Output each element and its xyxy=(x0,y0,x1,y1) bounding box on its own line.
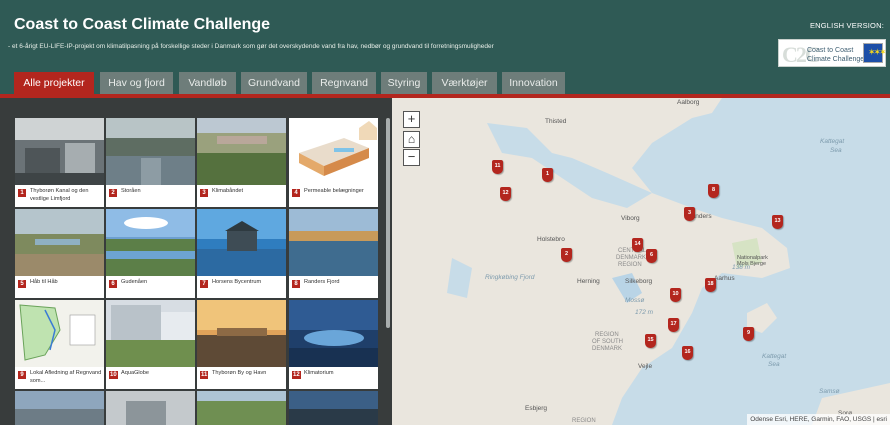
map-pin[interactable]: 17 xyxy=(668,318,679,332)
project-photo xyxy=(289,209,378,276)
project-card[interactable]: 8 Randers Fjord xyxy=(289,209,378,298)
tab-regnvand[interactable]: Regnvand xyxy=(312,72,376,94)
tab-vandlob[interactable]: Vandløb xyxy=(179,72,236,94)
eu-flag-icon: ✶✶✶ xyxy=(863,43,887,63)
map-pin[interactable]: 1 xyxy=(542,168,553,182)
project-card[interactable]: 7 Horsens Bycentrum xyxy=(197,209,286,298)
project-map[interactable]: Aalborg Thisted Kattegat Sea Viborg Rand… xyxy=(392,98,890,425)
project-photo xyxy=(106,391,195,425)
map-pin[interactable]: 9 xyxy=(743,327,754,341)
project-photo xyxy=(289,118,378,185)
zoom-out-button[interactable]: − xyxy=(403,149,420,166)
map-pin[interactable]: 6 xyxy=(646,249,657,263)
project-card[interactable] xyxy=(15,391,104,425)
map-pin[interactable]: 3 xyxy=(684,207,695,221)
project-card[interactable] xyxy=(106,391,195,425)
project-card[interactable]: 2 Storåen xyxy=(106,118,195,207)
map-attribution: Odense Esri, HERE, Garmin, FAO, USGS | e… xyxy=(747,414,890,425)
project-card[interactable]: 1 Thyborøn Kanal og den vestlige Limfjor… xyxy=(15,118,104,207)
map-pin[interactable]: 15 xyxy=(645,334,656,348)
english-version-link[interactable]: ENGLISH VERSION: xyxy=(810,21,884,30)
project-card[interactable] xyxy=(197,391,286,425)
gallery-scrollbar[interactable] xyxy=(386,118,390,328)
project-card[interactable]: 10 AquaGlobe xyxy=(106,300,195,389)
map-pin[interactable]: 14 xyxy=(632,238,643,252)
map-pin[interactable]: 2 xyxy=(561,248,572,262)
tab-hav-og-fjord[interactable]: Hav og fjord xyxy=(100,72,173,94)
project-photo xyxy=(197,118,286,185)
page-title: Coast to Coast Climate Challenge xyxy=(14,16,271,33)
tab-styring[interactable]: Styring xyxy=(381,72,427,94)
project-photo xyxy=(197,391,286,425)
tab-vaerktojer[interactable]: Værktøjer xyxy=(432,72,497,94)
project-card[interactable]: 9 Lokal Afledning af Regnvand som... xyxy=(15,300,104,389)
project-photo xyxy=(289,300,378,367)
home-icon[interactable]: ⌂ xyxy=(403,131,420,148)
project-photo xyxy=(197,209,286,276)
project-photo xyxy=(106,118,195,185)
project-card[interactable]: 11 Thyborøn By og Havn xyxy=(197,300,286,389)
map-pin[interactable]: 8 xyxy=(708,184,719,198)
c2c-logo[interactable]: C2C Coast to Coast Climate Challenge ✶✶✶ xyxy=(778,39,887,67)
project-photo xyxy=(197,300,286,367)
tab-innovation[interactable]: Innovation xyxy=(502,72,565,94)
map-pin[interactable]: 16 xyxy=(682,346,693,360)
project-photo xyxy=(15,300,104,367)
tab-grundvand[interactable]: Grundvand xyxy=(241,72,307,94)
zoom-in-button[interactable]: + xyxy=(403,111,420,128)
project-card[interactable]: 6 Gudenåen xyxy=(106,209,195,298)
project-card[interactable]: 5 Håb til Håb xyxy=(15,209,104,298)
project-photo xyxy=(106,300,195,367)
page-subtitle: - et 6-årigt EU-LIFE-IP-projekt om klima… xyxy=(8,43,494,50)
project-card[interactable]: 12 Klimatorium xyxy=(289,300,378,389)
project-photo xyxy=(15,118,104,185)
project-photo xyxy=(106,209,195,276)
project-photo xyxy=(15,391,104,425)
project-card[interactable]: 3 Klimabåndet xyxy=(197,118,286,207)
tab-alle-projekter[interactable]: Alle projekter xyxy=(14,72,94,96)
project-photo xyxy=(15,209,104,276)
project-card[interactable] xyxy=(289,391,378,425)
project-photo xyxy=(289,391,378,425)
map-pin[interactable]: 13 xyxy=(772,215,783,229)
map-pin[interactable]: 12 xyxy=(500,187,511,201)
project-card[interactable]: 4 Permeable belægninger xyxy=(289,118,378,207)
logo-text: Coast to Coast Climate Challenge xyxy=(807,47,865,63)
map-pin[interactable]: 10 xyxy=(670,288,681,302)
map-pin[interactable]: 18 xyxy=(705,278,716,292)
map-pin[interactable]: 11 xyxy=(492,160,503,174)
